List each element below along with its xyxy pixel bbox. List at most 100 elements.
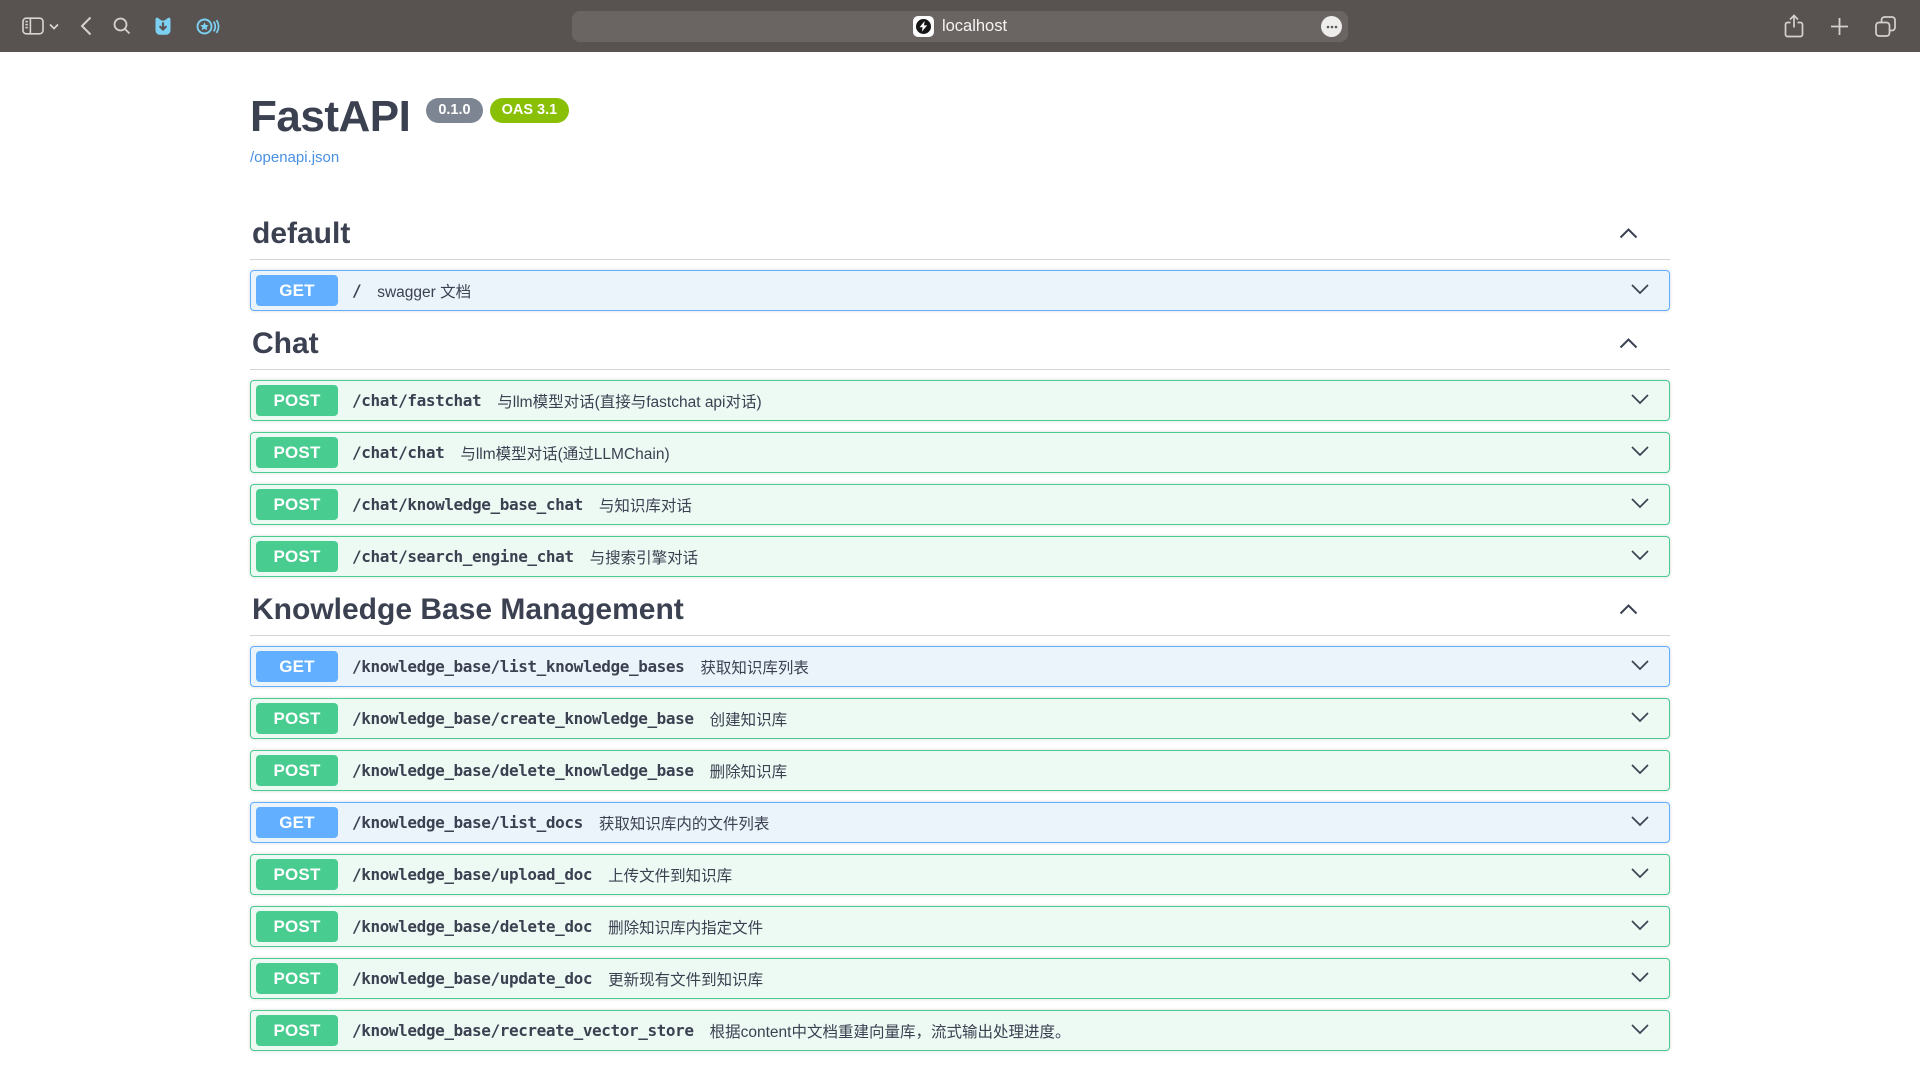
tab-overview-button[interactable] bbox=[1875, 16, 1896, 37]
endpoint-path: /knowledge_base/delete_doc bbox=[352, 917, 592, 936]
endpoint-path: /knowledge_base/list_docs bbox=[352, 813, 583, 832]
endpoint-row[interactable]: GET / swagger 文档 bbox=[250, 270, 1670, 311]
method-badge: POST bbox=[256, 755, 338, 786]
endpoint-description: 创建知识库 bbox=[710, 708, 788, 730]
chevron-up-icon bbox=[1619, 227, 1638, 242]
search-button[interactable] bbox=[113, 17, 131, 35]
chevron-down-icon bbox=[1630, 659, 1650, 674]
chevron-down-icon bbox=[1630, 497, 1650, 512]
chevron-down-icon bbox=[1630, 867, 1650, 882]
expand-endpoint-button[interactable] bbox=[1626, 493, 1654, 516]
endpoint-description: 与搜索引擎对话 bbox=[590, 546, 699, 568]
back-button[interactable] bbox=[80, 16, 92, 36]
tag-title: Chat bbox=[252, 327, 319, 361]
browser-toolbar: localhost bbox=[0, 0, 1920, 52]
expand-endpoint-button[interactable] bbox=[1626, 545, 1654, 568]
expand-endpoint-button[interactable] bbox=[1626, 915, 1654, 938]
endpoint-row[interactable]: POST/chat/fastchat与llm模型对话(直接与fastchat a… bbox=[250, 380, 1670, 421]
expand-endpoint-button[interactable] bbox=[1626, 967, 1654, 990]
extension-broadcast-icon bbox=[195, 16, 220, 37]
tag-header-default[interactable]: default bbox=[250, 215, 1670, 260]
endpoint-row[interactable]: GET/knowledge_base/list_docs获取知识库内的文件列表 bbox=[250, 802, 1670, 843]
expand-endpoint-button[interactable] bbox=[1626, 389, 1654, 412]
search-icon bbox=[113, 17, 131, 35]
expand-endpoint-button[interactable] bbox=[1626, 759, 1654, 782]
expand-endpoint-button[interactable] bbox=[1626, 441, 1654, 464]
endpoint-path: /knowledge_base/upload_doc bbox=[352, 865, 592, 884]
endpoint-path: /knowledge_base/update_doc bbox=[352, 969, 592, 988]
method-badge: POST bbox=[256, 489, 338, 520]
endpoint-rows: GET/knowledge_base/list_knowledge_bases获… bbox=[250, 636, 1670, 1051]
page-title: FastAPI 0.1.0 OAS 3.1 bbox=[250, 95, 1670, 139]
share-button[interactable] bbox=[1784, 14, 1804, 38]
extension-broadcast-button[interactable] bbox=[195, 16, 220, 37]
endpoint-row[interactable]: POST/knowledge_base/upload_doc上传文件到知识库 bbox=[250, 854, 1670, 895]
expand-endpoint-button[interactable] bbox=[1626, 863, 1654, 886]
collapse-section-button[interactable] bbox=[1615, 599, 1642, 622]
method-badge: POST bbox=[256, 911, 338, 942]
endpoint-row[interactable]: GET/knowledge_base/list_knowledge_bases获… bbox=[250, 646, 1670, 687]
expand-endpoint-button[interactable] bbox=[1626, 655, 1654, 678]
new-tab-button[interactable] bbox=[1830, 17, 1849, 36]
page-menu-ellipsis-icon[interactable] bbox=[1321, 16, 1342, 37]
endpoint-row[interactable]: POST/knowledge_base/recreate_vector_stor… bbox=[250, 1010, 1670, 1051]
method-badge: POST bbox=[256, 385, 338, 416]
endpoint-path: /knowledge_base/create_knowledge_base bbox=[352, 709, 694, 728]
endpoint-row[interactable]: POST/chat/search_engine_chat 与搜索引擎对话 bbox=[250, 536, 1670, 577]
expand-endpoint-button[interactable] bbox=[1626, 279, 1654, 302]
expand-endpoint-button[interactable] bbox=[1626, 1019, 1654, 1042]
tag-section-chat: Chat POST/chat/fastchat与llm模型对话(直接与fastch… bbox=[250, 325, 1670, 577]
method-badge: POST bbox=[256, 963, 338, 994]
endpoint-row[interactable]: POST/knowledge_base/delete_doc删除知识库内指定文件 bbox=[250, 906, 1670, 947]
url-bar[interactable]: localhost bbox=[572, 11, 1348, 42]
expand-endpoint-button[interactable] bbox=[1626, 811, 1654, 834]
api-title: FastAPI bbox=[250, 95, 410, 139]
chevron-down-icon bbox=[1630, 919, 1650, 934]
collapse-section-button[interactable] bbox=[1615, 223, 1642, 246]
endpoint-path: / bbox=[352, 281, 361, 300]
endpoint-path: /chat/fastchat bbox=[352, 391, 481, 410]
chevron-down-icon bbox=[1630, 1023, 1650, 1038]
endpoint-description: 获取知识库内的文件列表 bbox=[599, 812, 770, 834]
openapi-spec-link[interactable]: /openapi.json bbox=[250, 149, 339, 166]
sidebar-chevron-icon bbox=[49, 23, 59, 30]
chevron-down-icon bbox=[1630, 763, 1650, 778]
sidebar-button[interactable] bbox=[22, 17, 59, 35]
endpoint-description: 根据content中文档重建向量库，流式输出处理进度。 bbox=[710, 1020, 1071, 1042]
tag-section-default: default GET / swagger 文档 bbox=[250, 215, 1670, 311]
endpoint-path: /chat/search_engine_chat bbox=[352, 547, 574, 566]
endpoint-description: 获取知识库列表 bbox=[700, 656, 809, 678]
chevron-down-icon bbox=[1630, 549, 1650, 564]
method-badge: GET bbox=[256, 275, 338, 306]
tag-title: Knowledge Base Management bbox=[252, 593, 684, 627]
method-badge: POST bbox=[256, 703, 338, 734]
expand-endpoint-button[interactable] bbox=[1626, 707, 1654, 730]
tag-header-chat[interactable]: Chat bbox=[250, 325, 1670, 370]
version-badge: 0.1.0 bbox=[426, 98, 482, 123]
collapse-section-button[interactable] bbox=[1615, 333, 1642, 356]
endpoint-row[interactable]: POST/chat/knowledge_base_chat与知识库对话 bbox=[250, 484, 1670, 525]
chevron-down-icon bbox=[1630, 393, 1650, 408]
method-badge: POST bbox=[256, 541, 338, 572]
endpoint-description: 与llm模型对话(通过LLMChain) bbox=[460, 442, 669, 464]
endpoint-description: swagger 文档 bbox=[377, 280, 471, 302]
toolbar-left-group bbox=[22, 0, 220, 52]
endpoint-row[interactable]: POST/knowledge_base/delete_knowledge_bas… bbox=[250, 750, 1670, 791]
endpoint-path: /knowledge_base/recreate_vector_store bbox=[352, 1021, 694, 1040]
endpoint-row[interactable]: POST/chat/chat与llm模型对话(通过LLMChain) bbox=[250, 432, 1670, 473]
method-badge: POST bbox=[256, 1015, 338, 1046]
endpoint-row[interactable]: POST/knowledge_base/update_doc更新现有文件到知识库 bbox=[250, 958, 1670, 999]
chevron-down-icon bbox=[1630, 971, 1650, 986]
endpoint-row[interactable]: POST/knowledge_base/create_knowledge_bas… bbox=[250, 698, 1670, 739]
chevron-down-icon bbox=[1630, 815, 1650, 830]
endpoint-rows: POST/chat/fastchat与llm模型对话(直接与fastchat a… bbox=[250, 370, 1670, 577]
tag-header-knowledge-base-management[interactable]: Knowledge Base Management bbox=[250, 591, 1670, 636]
new-tab-icon bbox=[1830, 17, 1849, 36]
method-badge: GET bbox=[256, 651, 338, 682]
chevron-down-icon bbox=[1630, 445, 1650, 460]
api-sections: default GET / swagger 文档 Chat POST/chat/fastc… bbox=[250, 215, 1670, 1051]
back-icon bbox=[80, 16, 92, 36]
chevron-up-icon bbox=[1619, 337, 1638, 352]
extension-bookmark-button[interactable] bbox=[152, 15, 174, 37]
sidebar-icon bbox=[22, 17, 44, 35]
